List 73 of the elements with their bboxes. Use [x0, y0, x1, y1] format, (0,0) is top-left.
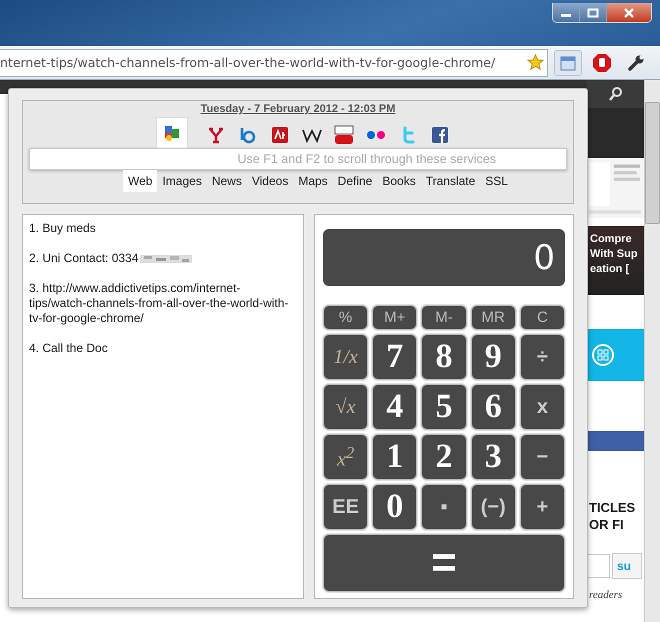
calculator-key[interactable]: 6	[470, 384, 516, 430]
calculator-key[interactable]: ▪	[421, 484, 467, 530]
search-tab[interactable]: Translate	[420, 170, 480, 192]
calculator-key[interactable]: %	[323, 305, 368, 330]
section-heading: OR FI	[589, 516, 625, 533]
calculator-key[interactable]: −	[520, 434, 565, 480]
calculator-key[interactable]: (−)	[470, 484, 516, 530]
note-text: 2. Uni Contact: 0334	[29, 251, 138, 266]
search-tab[interactable]: Maps	[293, 170, 333, 192]
wrench-icon	[627, 54, 645, 72]
extension-button[interactable]	[554, 50, 582, 76]
search-field[interactable]: Use F1 and F2 to scroll through these services	[29, 148, 567, 170]
calculator-key[interactable]: 5	[421, 384, 467, 430]
scrollbar-thumb[interactable]	[645, 102, 660, 224]
scrollbar[interactable]	[644, 80, 660, 622]
yahoo-icon	[207, 126, 225, 144]
close-icon	[622, 8, 636, 18]
maximize-button[interactable]	[580, 3, 607, 22]
calculator-key[interactable]: √x	[323, 384, 368, 430]
search-tab[interactable]: Books	[377, 170, 421, 192]
maximize-icon	[587, 8, 599, 18]
calculator-key[interactable]: 1/x	[323, 334, 368, 380]
calculator-key[interactable]: EE	[323, 484, 368, 530]
calculator-key[interactable]: 8	[421, 334, 467, 380]
calculator-key[interactable]: M+	[372, 305, 418, 330]
calculator-key[interactable]: x$^{2}$	[323, 434, 368, 480]
calculator-key[interactable]: x	[520, 384, 565, 430]
facebook-icon	[431, 126, 449, 144]
banner-text: eation [	[590, 262, 630, 277]
search-icon[interactable]	[608, 86, 624, 102]
note-text: 4. Call the Doc	[29, 341, 108, 356]
calculator-key[interactable]: MR	[470, 305, 516, 330]
note-text: 3. http://www.addictivetips.com/internet-tips/watch-channels-from-all-over-the-world-with-tv-for-google-chrome/	[29, 281, 290, 326]
calculator-key[interactable]: 1	[372, 434, 418, 480]
address-bar[interactable]: nternet-tips/watch-channels-from-all-over-the-world-with-tv-for-google-chrome/	[0, 48, 548, 76]
star-icon[interactable]	[527, 54, 544, 71]
calendar-icon	[559, 54, 577, 72]
grid-circle-icon	[591, 343, 615, 367]
calculator-key[interactable]: 7	[372, 334, 418, 380]
search-tab[interactable]: Images	[157, 170, 207, 192]
calculator-key[interactable]: 2	[421, 434, 467, 480]
calculator-key[interactable]: =	[323, 534, 565, 592]
search-tab[interactable]: Web	[123, 170, 158, 192]
minimize-button[interactable]	[553, 3, 580, 22]
calculator-key[interactable]: M-	[421, 305, 467, 330]
minimize-icon	[561, 14, 571, 17]
search-tab[interactable]: Videos	[246, 170, 294, 192]
flickr-icon	[366, 129, 386, 141]
calculator-key[interactable]: ÷	[520, 334, 565, 380]
banner-text: Compre	[590, 232, 633, 247]
ask-icon	[271, 126, 289, 144]
note-text: 1. Buy meds	[29, 221, 96, 236]
nav-bar	[587, 431, 644, 451]
calculator-key[interactable]: 4	[372, 384, 418, 430]
caption-text: readers	[588, 589, 624, 601]
notes-area[interactable]: 1. Buy meds 2. Uni Contact: 0334 3. http://www.addictivetips.com/internet-tips/watch-channels-from-all-over-the-world-with-tv-for-google-chrome/ 4. Call the Doc	[22, 214, 304, 599]
social-panel	[587, 108, 644, 158]
bing-icon	[238, 126, 258, 144]
banner-text: With Sup	[590, 247, 639, 262]
search-tab[interactable]: Define	[332, 170, 378, 192]
search-tab[interactable]: SSL	[480, 170, 513, 192]
search-tab[interactable]: News	[206, 170, 247, 192]
calculator-key[interactable]: 9	[470, 334, 516, 380]
calculator-key[interactable]: 0	[372, 484, 418, 530]
calculator-key[interactable]: 3	[470, 434, 516, 480]
calculator-key[interactable]: C	[520, 305, 565, 330]
stop-hand-icon	[592, 52, 612, 72]
calculator-key[interactable]: +	[520, 484, 565, 530]
google-icon	[163, 124, 181, 142]
close-button[interactable]	[607, 3, 651, 22]
date-text: Tuesday - 7 February 2012 - 12:03 PM	[200, 103, 396, 115]
display-value: 0	[533, 238, 555, 278]
section-heading: TICLES	[589, 499, 636, 516]
